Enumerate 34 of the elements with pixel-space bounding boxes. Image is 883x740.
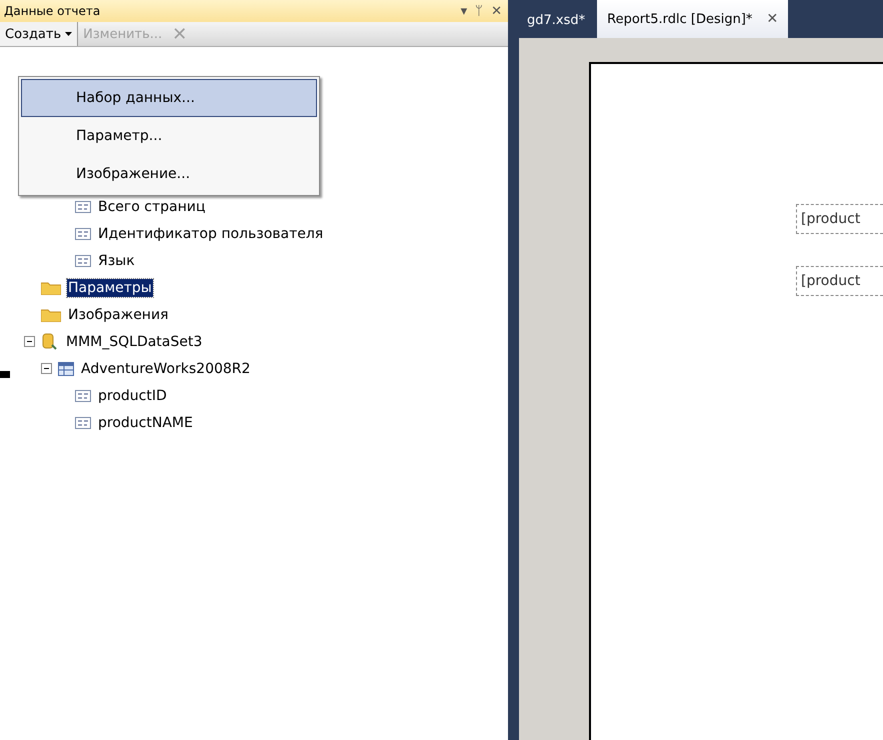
- tree-item[interactable]: Изображения: [67, 306, 170, 324]
- splitter-marker: [0, 371, 10, 378]
- folder-icon: [41, 280, 61, 294]
- menu-item[interactable]: Набор данных...: [21, 79, 317, 117]
- table-icon: [58, 362, 74, 376]
- field-icon: [75, 228, 91, 240]
- folder-icon: [41, 308, 61, 322]
- tree-item[interactable]: productID: [97, 386, 168, 404]
- database-icon: [41, 332, 59, 350]
- report-textbox[interactable]: [product: [796, 266, 883, 296]
- tree-item[interactable]: Всего страниц: [97, 198, 206, 216]
- collapse-toggle[interactable]: [24, 336, 35, 347]
- menu-item[interactable]: Изображение...: [21, 155, 317, 193]
- title-bar-button[interactable]: ✕: [491, 4, 502, 18]
- tree-item[interactable]: MMM_SQLDataSet3: [65, 332, 204, 350]
- panel-title: Данные отчета: [4, 4, 100, 18]
- field-icon: [75, 254, 91, 266]
- field-icon: [75, 200, 91, 212]
- report-textbox[interactable]: [product: [796, 204, 883, 234]
- field-icon: [75, 390, 91, 402]
- title-bar-button[interactable]: ▾: [460, 4, 468, 18]
- tree-item[interactable]: AdventureWorks2008R2: [80, 360, 252, 378]
- tree-item[interactable]: Параметры: [67, 278, 153, 296]
- tree-item[interactable]: Язык: [97, 252, 136, 270]
- menu-item[interactable]: Параметр...: [21, 117, 317, 155]
- tree-item[interactable]: productNAME: [97, 414, 194, 432]
- tree-item[interactable]: Идентификатор пользователя: [97, 224, 324, 242]
- field-icon: [75, 416, 91, 428]
- close-icon[interactable]: ✕: [766, 11, 778, 27]
- document-tab[interactable]: Report5.rdlc [Design]* ✕: [597, 0, 788, 38]
- collapse-toggle[interactable]: [41, 363, 52, 374]
- create-dropdown[interactable]: Создать: [0, 22, 78, 46]
- caret-icon: [65, 32, 72, 36]
- title-bar-button[interactable]: ᛘ: [475, 4, 484, 18]
